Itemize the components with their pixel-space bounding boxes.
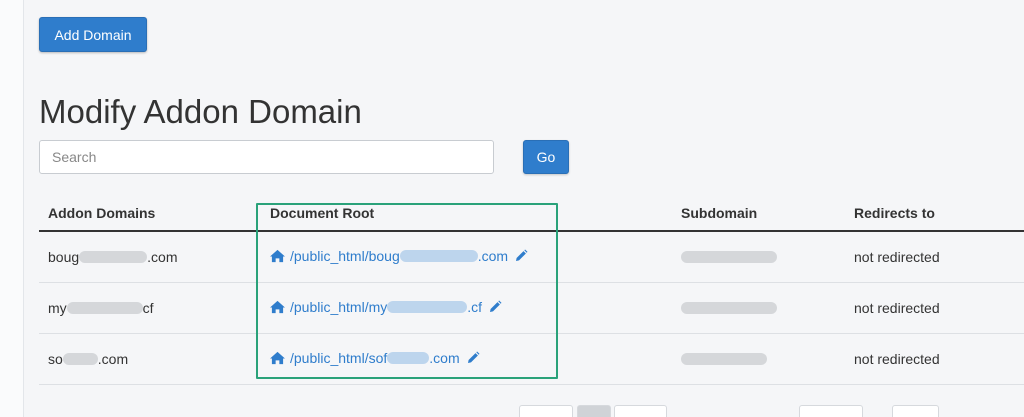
redacted-text xyxy=(681,251,777,263)
header-addon-domains[interactable]: Addon Domains xyxy=(48,205,155,221)
home-icon xyxy=(270,351,285,365)
page-size-go-button[interactable] xyxy=(892,405,939,417)
document-root-link[interactable]: /public_html/my .cf xyxy=(269,299,502,315)
document-root-link[interactable]: /public_html/sof .com xyxy=(269,350,480,366)
redirects-cell: not redirected xyxy=(854,351,940,367)
redirects-cell: not redirected xyxy=(854,300,940,316)
redirects-cell: not redirected xyxy=(854,249,940,265)
addon-domain-cell: boug .com xyxy=(48,249,178,265)
header-subdomain[interactable]: Subdomain xyxy=(681,205,757,221)
pencil-icon[interactable] xyxy=(514,249,528,263)
search-input[interactable] xyxy=(39,140,494,174)
pagination-prev-button[interactable] xyxy=(519,405,573,417)
home-icon xyxy=(270,300,285,314)
table-header: Addon Domains Document Root Subdomain Re… xyxy=(39,196,1024,232)
redacted-text xyxy=(387,301,468,313)
pencil-icon[interactable] xyxy=(488,300,502,314)
left-sidebar-rail xyxy=(0,0,24,417)
table-row: my cf /public_html/my .cf not redirected xyxy=(39,283,1024,334)
pagination-next-button[interactable] xyxy=(614,405,667,417)
domain-text-start: my xyxy=(48,300,67,316)
document-root-link[interactable]: /public_html/boug .com xyxy=(269,248,528,264)
page-size-select[interactable] xyxy=(799,405,863,417)
header-document-root[interactable]: Document Root xyxy=(270,205,374,221)
redacted-text xyxy=(681,302,777,314)
domain-text-end: .com xyxy=(97,351,129,367)
document-root-text-start: /public_html/sof xyxy=(290,350,388,366)
header-redirects-to[interactable]: Redirects to xyxy=(854,205,935,221)
document-root-text-start: /public_html/boug xyxy=(290,248,400,264)
pagination-current-page[interactable] xyxy=(577,405,611,417)
domain-text-end: .com xyxy=(147,249,178,265)
home-icon xyxy=(270,249,285,263)
domain-text-end: cf xyxy=(142,300,154,316)
subdomain-cell xyxy=(681,351,767,367)
subdomain-cell xyxy=(681,249,777,265)
table-row: so .com /public_html/sof .com not redirect… xyxy=(39,334,1024,385)
redacted-text xyxy=(66,302,143,314)
document-root-text-end: .com xyxy=(429,350,460,366)
redacted-text xyxy=(387,352,430,364)
table-row: boug .com /public_html/boug .com not redir… xyxy=(39,232,1024,283)
addon-domain-cell: so .com xyxy=(48,351,128,367)
domain-text-start: boug xyxy=(48,249,80,265)
redacted-text xyxy=(62,353,98,365)
addon-domain-cell: my cf xyxy=(48,300,154,316)
go-button[interactable]: Go xyxy=(523,140,569,174)
redacted-text xyxy=(399,250,478,262)
add-domain-button[interactable]: Add Domain xyxy=(39,17,147,52)
redacted-text xyxy=(79,251,148,263)
document-root-text-start: /public_html/my xyxy=(290,299,388,315)
document-root-text-end: .com xyxy=(477,248,509,264)
document-root-text-end: .cf xyxy=(467,299,483,315)
redacted-text xyxy=(681,353,767,365)
subdomain-cell xyxy=(681,300,777,316)
pencil-icon[interactable] xyxy=(466,351,480,365)
page-title: Modify Addon Domain xyxy=(39,93,362,130)
domain-text-start: so xyxy=(48,351,63,367)
